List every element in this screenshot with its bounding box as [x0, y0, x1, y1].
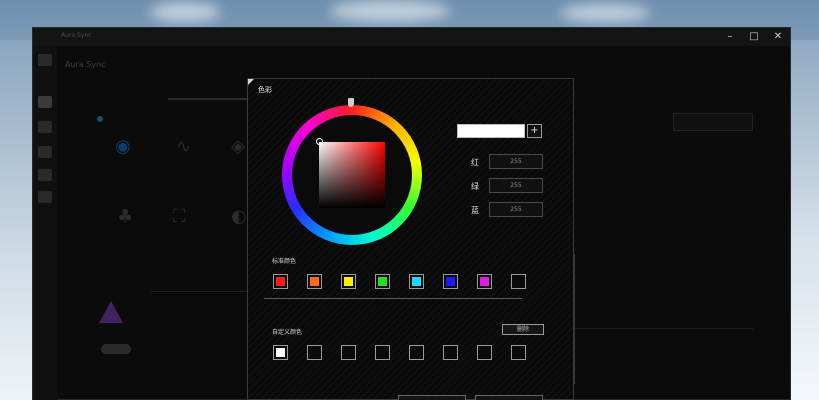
custom-swatch[interactable]: [477, 345, 492, 360]
sidebar-item-settings-icon[interactable]: [38, 146, 52, 158]
effect-comet-icon[interactable]: ⛶: [173, 206, 186, 227]
sidebar-item-sync-icon[interactable]: [38, 121, 52, 133]
blue-input[interactable]: 255: [489, 202, 543, 217]
dialog-scrollbar[interactable]: [573, 254, 575, 384]
swatch-fill: [344, 277, 353, 286]
custom-swatch[interactable]: [341, 345, 356, 360]
swatch-fill: [412, 277, 421, 286]
custom-colors-row: [273, 345, 526, 360]
standard-swatch[interactable]: [409, 274, 424, 289]
close-button[interactable]: ✕: [766, 28, 790, 46]
swatch-fill: [310, 277, 319, 286]
dialog-corner-accent: [248, 79, 254, 85]
red-input[interactable]: 255: [489, 154, 543, 169]
divider: [575, 328, 753, 329]
swatch-fill: [480, 348, 489, 357]
swatch-fill: [446, 348, 455, 357]
saturation-value-square[interactable]: [319, 142, 385, 208]
effect-breathing-icon[interactable]: ∿: [176, 136, 191, 157]
custom-swatch[interactable]: [375, 345, 390, 360]
dialog-title: 色彩: [258, 86, 272, 94]
wallpaper-cloud: [150, 2, 220, 22]
standard-swatch[interactable]: [375, 274, 390, 289]
custom-swatch[interactable]: [273, 345, 288, 360]
effect-strobe-icon[interactable]: ◈: [231, 136, 245, 157]
effect-static-icon[interactable]: ◉: [115, 136, 131, 157]
maximize-button[interactable]: □: [742, 28, 766, 46]
color-picker-dialog: 色彩 + 红 255 绿 255 蓝 255 标准颜色 自定义颜色 删除: [247, 78, 575, 400]
standard-swatch[interactable]: [477, 274, 492, 289]
swatch-fill: [514, 277, 523, 286]
swatch-fill: [276, 277, 285, 286]
custom-swatch[interactable]: [409, 345, 424, 360]
effect-rainbow-icon[interactable]: ♣: [117, 206, 133, 227]
sidebar-item-device-icon[interactable]: [38, 191, 52, 203]
menu-icon[interactable]: [38, 54, 52, 66]
standard-colors-label: 标准颜色: [272, 258, 297, 265]
swatch-fill: [446, 277, 455, 286]
divider: [151, 291, 247, 292]
ok-button[interactable]: [398, 395, 466, 400]
window-titlebar: Aura Sync – □ ✕: [33, 28, 790, 46]
custom-swatch[interactable]: [307, 345, 322, 360]
section-divider: [264, 298, 522, 299]
standard-swatch[interactable]: [307, 274, 322, 289]
window-title: Aura Sync: [61, 32, 92, 39]
cancel-button[interactable]: [475, 395, 543, 400]
effect-flash-icon[interactable]: ◐: [231, 206, 247, 227]
minimize-button[interactable]: –: [718, 28, 742, 46]
tab-active-indicator: [168, 98, 248, 100]
custom-swatch[interactable]: [511, 345, 526, 360]
aura-logo-icon: [99, 301, 123, 323]
delete-custom-color-button[interactable]: 删除: [502, 324, 544, 335]
green-label: 绿: [471, 182, 479, 191]
hue-handle[interactable]: [348, 98, 354, 107]
app-sidebar: [33, 46, 57, 400]
swatch-fill: [344, 348, 353, 357]
wallpaper-right: [789, 40, 819, 400]
standard-swatch[interactable]: [443, 274, 458, 289]
sidebar-item-tools-icon[interactable]: [38, 169, 52, 181]
add-custom-color-button[interactable]: +: [527, 124, 542, 138]
swatch-fill: [378, 277, 387, 286]
standard-swatch[interactable]: [511, 274, 526, 289]
wallpaper-cloud: [330, 0, 450, 22]
color-preview-swatch: [457, 124, 525, 138]
custom-colors-label: 自定义颜色: [272, 329, 303, 336]
toggle-switch[interactable]: [101, 344, 131, 354]
standard-swatch[interactable]: [273, 274, 288, 289]
standard-colors-row: [273, 274, 526, 289]
device-selector[interactable]: [673, 113, 753, 131]
saturation-value-handle[interactable]: [316, 138, 323, 145]
green-input[interactable]: 255: [489, 178, 543, 193]
page-title: Aura Sync: [65, 60, 106, 69]
swatch-fill: [310, 348, 319, 357]
window-controls: – □ ✕: [718, 28, 790, 46]
swatch-fill: [412, 348, 421, 357]
swatch-fill: [276, 348, 285, 357]
status-dot-icon: [97, 116, 103, 122]
blue-label: 蓝: [471, 206, 479, 215]
sidebar-item-home-icon[interactable]: [38, 96, 52, 108]
swatch-fill: [378, 348, 387, 357]
custom-swatch[interactable]: [443, 345, 458, 360]
red-label: 红: [471, 158, 479, 167]
wallpaper-cloud: [560, 4, 650, 22]
swatch-fill: [514, 348, 523, 357]
standard-swatch[interactable]: [341, 274, 356, 289]
swatch-fill: [480, 277, 489, 286]
